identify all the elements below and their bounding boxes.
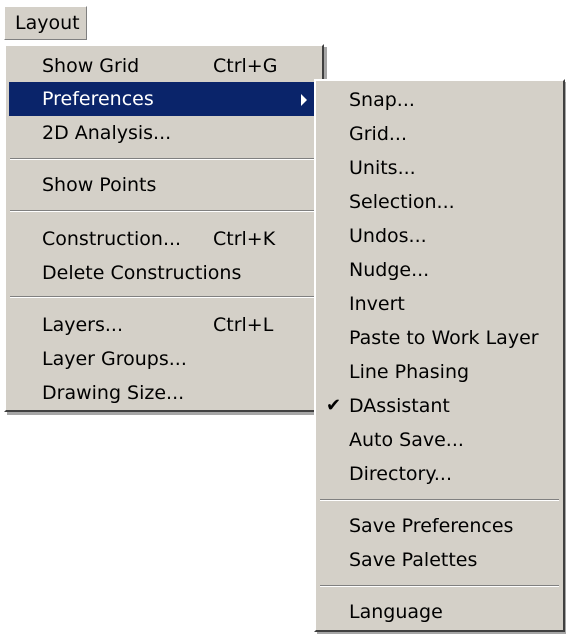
menu-item-label: 2D Analysis... bbox=[42, 122, 172, 144]
menu-item-label: Invert bbox=[349, 293, 405, 315]
menu-item-label: Save Palettes bbox=[349, 549, 478, 571]
layout-dropdown-menu: Show Grid Ctrl+G Preferences 2D Analysis… bbox=[4, 44, 324, 412]
menu-item-construction[interactable]: Construction... Ctrl+K bbox=[6, 222, 322, 256]
checkmark-icon: ✔ bbox=[326, 395, 342, 416]
submenu-item-paste-to-work-layer[interactable]: Paste to Work Layer bbox=[316, 321, 563, 355]
menu-item-label: Snap... bbox=[349, 89, 415, 111]
preferences-submenu: Snap... Grid... Units... Selection... Un… bbox=[314, 79, 565, 632]
menu-item-label: Undos... bbox=[349, 225, 427, 247]
menu-item-show-grid[interactable]: Show Grid Ctrl+G bbox=[6, 49, 322, 83]
menu-separator bbox=[10, 158, 318, 160]
submenu-item-units[interactable]: Units... bbox=[316, 151, 563, 185]
submenu-item-save-palettes[interactable]: Save Palettes bbox=[316, 543, 563, 577]
menu-item-2d-analysis[interactable]: 2D Analysis... bbox=[6, 116, 322, 150]
shortcut-label: Ctrl+G bbox=[213, 55, 278, 77]
submenu-item-selection[interactable]: Selection... bbox=[316, 185, 563, 219]
submenu-item-snap[interactable]: Snap... bbox=[316, 83, 563, 117]
menu-item-label: DAssistant bbox=[349, 395, 450, 417]
menu-item-show-points[interactable]: Show Points bbox=[6, 168, 322, 202]
menu-item-label: Selection... bbox=[349, 191, 455, 213]
submenu-item-directory[interactable]: Directory... bbox=[316, 457, 563, 491]
submenu-item-auto-save[interactable]: Auto Save... bbox=[316, 423, 563, 457]
menu-item-label: Layer Groups... bbox=[42, 348, 187, 370]
submenu-item-dassistant[interactable]: ✔ DAssistant bbox=[316, 389, 563, 423]
menu-item-label: Line Phasing bbox=[349, 361, 470, 383]
submenu-item-invert[interactable]: Invert bbox=[316, 287, 563, 321]
shortcut-label: Ctrl+L bbox=[213, 314, 274, 336]
submenu-arrow-icon bbox=[301, 94, 307, 106]
submenu-item-language[interactable]: Language bbox=[316, 595, 563, 629]
menu-item-label: Layers... bbox=[42, 314, 123, 336]
menu-item-label: Construction... bbox=[42, 228, 182, 250]
menu-item-layer-groups[interactable]: Layer Groups... bbox=[6, 342, 322, 376]
menu-separator bbox=[320, 585, 559, 587]
menu-separator bbox=[10, 210, 318, 212]
menu-separator bbox=[10, 296, 318, 298]
menu-item-delete-constructions[interactable]: Delete Constructions bbox=[6, 256, 322, 290]
submenu-item-undos[interactable]: Undos... bbox=[316, 219, 563, 253]
shortcut-label: Ctrl+K bbox=[213, 228, 276, 250]
menu-item-label: Paste to Work Layer bbox=[349, 327, 539, 349]
submenu-item-nudge[interactable]: Nudge... bbox=[316, 253, 563, 287]
menu-item-label: Language bbox=[349, 601, 443, 623]
menu-item-label: Show Points bbox=[42, 174, 157, 196]
menu-item-label: Preferences bbox=[42, 88, 154, 110]
layout-menu-button[interactable]: Layout bbox=[4, 6, 87, 40]
menu-item-label: Units... bbox=[349, 157, 416, 179]
menu-item-label: Directory... bbox=[349, 463, 452, 485]
submenu-item-line-phasing[interactable]: Line Phasing bbox=[316, 355, 563, 389]
menu-item-preferences[interactable]: Preferences bbox=[9, 82, 319, 116]
menu-item-drawing-size[interactable]: Drawing Size... bbox=[6, 376, 322, 410]
menu-item-label: Drawing Size... bbox=[42, 382, 185, 404]
layout-menu-label: Layout bbox=[15, 12, 80, 34]
menu-item-label: Save Preferences bbox=[349, 515, 514, 537]
menu-item-label: Auto Save... bbox=[349, 429, 464, 451]
menu-separator bbox=[320, 499, 559, 501]
menu-item-label: Delete Constructions bbox=[42, 262, 242, 284]
menu-item-label: Nudge... bbox=[349, 259, 430, 281]
menu-item-layers[interactable]: Layers... Ctrl+L bbox=[6, 308, 322, 342]
submenu-item-save-preferences[interactable]: Save Preferences bbox=[316, 509, 563, 543]
menu-item-label: Show Grid bbox=[42, 55, 140, 77]
menu-item-label: Grid... bbox=[349, 123, 407, 145]
submenu-item-grid[interactable]: Grid... bbox=[316, 117, 563, 151]
